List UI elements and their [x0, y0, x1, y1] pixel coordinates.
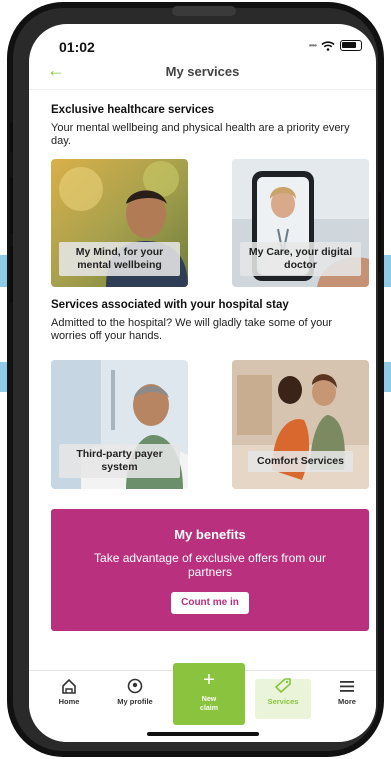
- nav-my-profile[interactable]: My profile: [107, 677, 163, 706]
- page-title: My services: [165, 64, 240, 79]
- service-card-comfort[interactable]: Comfort Services: [232, 360, 369, 489]
- home-icon: [62, 678, 76, 694]
- card-label: Comfort Services: [248, 451, 353, 472]
- service-card-my-mind[interactable]: My Mind, for your mental wellbeing: [51, 159, 188, 287]
- benefits-title: My benefits: [174, 527, 246, 542]
- profile-icon: [127, 678, 143, 694]
- hospital-description: Admitted to the hospital? We will gladly…: [51, 317, 333, 342]
- phone-speaker: [172, 6, 236, 16]
- service-card-third-party-payer[interactable]: Third-party payer system: [51, 360, 188, 489]
- nav-label: My profile: [117, 697, 153, 706]
- card-label: My Care, your digital doctor: [240, 242, 361, 276]
- battery-icon: [340, 40, 362, 51]
- healthcare-title: Exclusive healthcare services: [51, 104, 215, 116]
- phone-frame: 01:02 •••• ← My services Exclusive healt…: [7, 2, 384, 757]
- status-bar: 01:02 ••••: [29, 24, 376, 58]
- count-me-in-button[interactable]: Count me in: [171, 592, 249, 614]
- nav-label: New claim: [200, 696, 218, 712]
- new-claim-button[interactable]: + New claim: [173, 663, 245, 725]
- nav-label: More: [338, 697, 356, 706]
- status-time: 01:02: [59, 39, 95, 55]
- menu-icon: [340, 681, 354, 692]
- status-icons: ••••: [309, 40, 362, 51]
- benefits-banner: My benefits Take advantage of exclusive …: [51, 509, 369, 631]
- card-label: Third-party payer system: [59, 444, 180, 478]
- hospital-title: Services associated with your hospital s…: [51, 299, 289, 311]
- nav-label: Services: [267, 697, 299, 706]
- nav-more[interactable]: More: [319, 677, 375, 706]
- benefits-text: Take advantage of exclusive offers from …: [94, 551, 326, 579]
- home-indicator: [147, 732, 259, 736]
- header: ← My services: [29, 58, 376, 90]
- nav-home[interactable]: Home: [41, 677, 97, 706]
- wifi-icon: [321, 40, 335, 51]
- card-label: My Mind, for your mental wellbeing: [59, 242, 180, 276]
- nav-label: Home: [58, 697, 80, 706]
- plus-icon: +: [203, 669, 215, 691]
- screen: 01:02 •••• ← My services Exclusive healt…: [29, 24, 376, 742]
- tag-icon: [274, 678, 291, 694]
- signal-icon: ••••: [308, 41, 317, 50]
- nav-services[interactable]: Services: [255, 677, 311, 706]
- service-card-my-care[interactable]: My Care, your digital doctor: [232, 159, 369, 287]
- healthcare-description: Your mental wellbeing and physical healt…: [51, 122, 350, 147]
